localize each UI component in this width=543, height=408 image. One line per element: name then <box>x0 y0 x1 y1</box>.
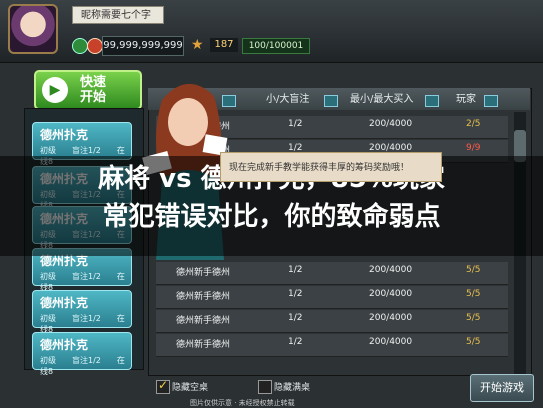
table-cell-players: 5/5 <box>466 337 481 347</box>
table-cell-players: 2/5 <box>466 119 481 129</box>
table-cell-blinds: 1/2 <box>288 119 303 129</box>
table-cell-players: 9/9 <box>466 143 481 153</box>
quick-start-button[interactable]: ▶ 快速 开始 <box>34 70 142 110</box>
game-tab[interactable]: 德州扑克初级 盲注1/2 在线8 <box>32 290 132 334</box>
start-game-button[interactable]: 开始游戏 <box>470 374 534 402</box>
column-header-players[interactable]: 玩家 <box>456 92 476 108</box>
table-cell-buyin: 200/4000 <box>369 313 413 323</box>
chip-icon <box>87 38 103 54</box>
chip-icon <box>72 38 88 54</box>
coin-balance: 99,999,999,999 <box>102 36 184 56</box>
nickname-field[interactable]: 昵称需要七个字 <box>72 6 164 24</box>
game-tab-title: 德州扑克 <box>40 128 89 142</box>
game-tab-subtitle: 初级 盲注1/2 在线8 <box>40 356 125 376</box>
table-row[interactable]: 德州新手德州 1/2 200/4000 5/5 <box>156 286 508 309</box>
table-cell-buyin: 200/4000 <box>369 337 413 347</box>
table-row[interactable]: 德州新手德州 1/2 200/4000 5/5 <box>156 334 508 357</box>
table-cell-name: 德州新手德州 <box>176 340 231 350</box>
avatar[interactable] <box>8 4 58 54</box>
table-cell-buyin: 200/4000 <box>369 119 413 129</box>
hide-full-label: 隐藏满桌 <box>274 383 311 393</box>
checkmark-icon: ✓ <box>158 378 169 392</box>
tutorial-tooltip: 现在完成新手教学能获得丰厚的筹码奖励哦！ <box>220 152 442 182</box>
table-row[interactable]: 德州新手德州 1/2 200/4000 5/5 <box>156 310 508 333</box>
table-cell-blinds: 1/2 <box>288 265 303 275</box>
table-row[interactable]: 德州新手德州 1/2 200/4000 5/5 <box>156 262 508 285</box>
table-cell-name: 德州新手德州 <box>176 316 231 326</box>
column-header-buyin[interactable]: 最小/最大买入 <box>350 92 413 108</box>
hide-empty-checkbox[interactable]: ✓ <box>156 378 170 394</box>
exp-bar: 100/100001 <box>242 38 310 54</box>
game-tab-title: 德州扑克 <box>40 296 89 310</box>
player-level: 187 <box>210 38 238 52</box>
table-cell-name: 德州新手德州 <box>176 292 231 302</box>
play-icon: ▶ <box>42 77 68 103</box>
chevron-down-icon[interactable] <box>425 95 439 107</box>
table-cell-buyin: 200/4000 <box>369 289 413 299</box>
table-cell-name: 德州新手德州 <box>176 268 231 278</box>
game-tab-title: 德州扑克 <box>40 338 89 352</box>
game-tab[interactable]: 德州扑克初级 盲注1/2 在线8 <box>32 332 132 376</box>
game-tab[interactable]: 德州扑克初级 盲注1/2 在线8 <box>32 122 132 166</box>
table-cell-buyin: 200/4000 <box>369 265 413 275</box>
watermark-text: 图片仅供示意 · 未经授权禁止转载 <box>190 399 295 407</box>
table-cell-blinds: 1/2 <box>288 313 303 323</box>
table-cell-blinds: 1/2 <box>288 289 303 299</box>
chevron-down-icon[interactable] <box>324 95 338 107</box>
hide-empty-label: 隐藏空桌 <box>172 383 209 393</box>
table-cell-players: 5/5 <box>466 313 481 323</box>
column-header-blinds[interactable]: 小/大盲注 <box>266 92 309 108</box>
medal-icon: ★ <box>191 37 204 53</box>
table-cell-players: 5/5 <box>466 289 481 299</box>
table-cell-players: 5/5 <box>466 265 481 275</box>
quick-start-label: 快速 开始 <box>80 75 107 105</box>
table-cell-blinds: 1/2 <box>288 337 303 347</box>
chevron-down-icon[interactable] <box>484 95 498 107</box>
hide-full-checkbox[interactable] <box>258 380 272 394</box>
